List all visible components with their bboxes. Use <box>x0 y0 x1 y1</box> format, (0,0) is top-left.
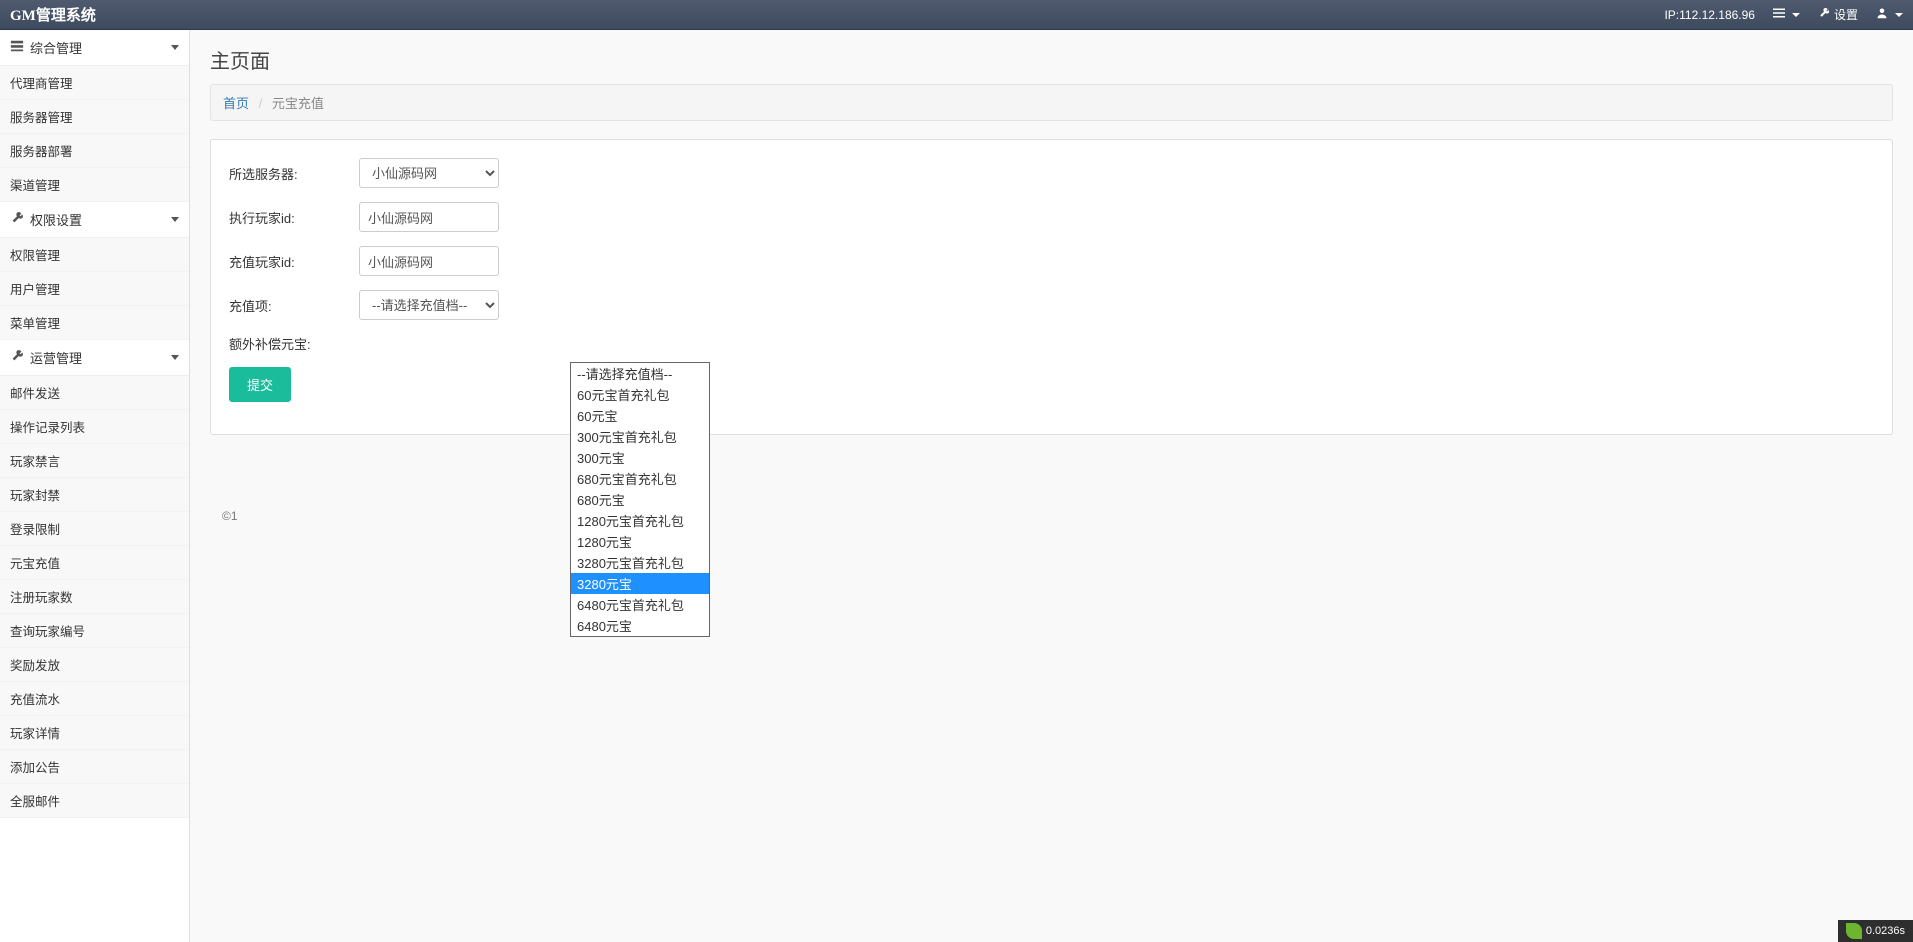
sidebar-item[interactable]: 添加公告 <box>0 750 189 784</box>
sidebar-item[interactable]: 菜单管理 <box>0 306 189 340</box>
recharge-item-dropdown[interactable]: --请选择充值档--60元宝首充礼包60元宝300元宝首充礼包300元宝680元… <box>570 362 710 637</box>
dropdown-option[interactable]: 680元宝 <box>571 489 709 510</box>
page-title: 主页面 <box>210 45 1893 74</box>
sidebar-item[interactable]: 玩家禁言 <box>0 444 189 478</box>
sidebar-item[interactable]: 邮件发送 <box>0 376 189 410</box>
dropdown-option[interactable]: 3280元宝 <box>571 573 709 594</box>
group-icon <box>10 211 24 228</box>
chevron-down-icon <box>171 45 179 50</box>
sidebar-item[interactable]: 奖励发放 <box>0 648 189 682</box>
sidebar-item[interactable]: 充值流水 <box>0 682 189 716</box>
leaf-icon <box>1846 923 1862 939</box>
form-panel: 所选服务器: 小仙源码网 执行玩家id: 充值玩家id: 充值项: --请选择充… <box>210 139 1893 435</box>
chevron-down-icon <box>171 355 179 360</box>
recharge-player-input[interactable] <box>359 246 499 276</box>
sidebar-item[interactable]: 渠道管理 <box>0 168 189 202</box>
group-title: 运营管理 <box>30 348 82 367</box>
sidebar-item[interactable]: 注册玩家数 <box>0 580 189 614</box>
dropdown-option[interactable]: 6480元宝 <box>571 615 709 636</box>
dropdown-option[interactable]: 60元宝首充礼包 <box>571 384 709 405</box>
performance-badge: 0.0236s <box>1838 920 1913 942</box>
group-title: 综合管理 <box>30 38 82 57</box>
sidebar-item[interactable]: 玩家详情 <box>0 716 189 750</box>
caret-down-icon <box>1792 13 1800 17</box>
group-icon <box>10 349 24 366</box>
settings-label: 设置 <box>1834 6 1858 23</box>
sidebar-group-header[interactable]: 综合管理 <box>0 30 189 66</box>
dropdown-option[interactable]: 1280元宝 <box>571 531 709 552</box>
sidebar: 综合管理代理商管理服务器管理服务器部署渠道管理权限设置权限管理用户管理菜单管理运… <box>0 30 190 942</box>
recharge-item-select[interactable]: --请选择充值档-- <box>359 290 499 320</box>
recharge-player-label: 充值玩家id: <box>229 252 359 271</box>
settings-link[interactable]: 设置 <box>1818 6 1858 23</box>
footer-copyright: ©1 <box>210 505 1893 527</box>
user-menu[interactable] <box>1876 7 1903 22</box>
sidebar-item[interactable]: 元宝充值 <box>0 546 189 580</box>
dropdown-option[interactable]: 300元宝首充礼包 <box>571 426 709 447</box>
submit-button[interactable]: 提交 <box>229 367 291 402</box>
main-content: 主页面 首页 / 元宝充值 所选服务器: 小仙源码网 执行玩家id: 充值玩家i… <box>190 30 1913 942</box>
dropdown-option[interactable]: 60元宝 <box>571 405 709 426</box>
dropdown-option[interactable]: 3280元宝首充礼包 <box>571 552 709 573</box>
server-select[interactable]: 小仙源码网 <box>359 158 499 188</box>
server-label: 所选服务器: <box>229 164 359 183</box>
dropdown-option[interactable]: 300元宝 <box>571 447 709 468</box>
sidebar-item[interactable]: 全服邮件 <box>0 784 189 818</box>
caret-down-icon <box>1895 13 1903 17</box>
chevron-down-icon <box>171 217 179 222</box>
recharge-item-label: 充值项: <box>229 296 359 315</box>
breadcrumb-home[interactable]: 首页 <box>223 96 249 111</box>
sidebar-item[interactable]: 权限管理 <box>0 238 189 272</box>
group-title: 权限设置 <box>30 210 82 229</box>
user-icon <box>1876 7 1888 22</box>
sidebar-item[interactable]: 查询玩家编号 <box>0 614 189 648</box>
dropdown-option[interactable]: --请选择充值档-- <box>571 363 709 384</box>
sidebar-item[interactable]: 操作记录列表 <box>0 410 189 444</box>
exec-player-label: 执行玩家id: <box>229 208 359 227</box>
sidebar-group-header[interactable]: 权限设置 <box>0 202 189 238</box>
ip-label: IP:112.12.186.96 <box>1664 8 1755 22</box>
wrench-icon <box>1818 7 1830 22</box>
sidebar-group-header[interactable]: 运营管理 <box>0 340 189 376</box>
brand-title: GM管理系统 <box>10 4 96 25</box>
sidebar-item[interactable]: 登录限制 <box>0 512 189 546</box>
group-icon <box>10 39 24 56</box>
perf-time: 0.0236s <box>1866 925 1905 937</box>
list-icon <box>1773 7 1785 22</box>
sidebar-item[interactable]: 玩家封禁 <box>0 478 189 512</box>
sidebar-item[interactable]: 代理商管理 <box>0 66 189 100</box>
sidebar-item[interactable]: 用户管理 <box>0 272 189 306</box>
sidebar-item[interactable]: 服务器管理 <box>0 100 189 134</box>
breadcrumb: 首页 / 元宝充值 <box>210 84 1893 121</box>
breadcrumb-current: 元宝充值 <box>272 96 324 111</box>
dropdown-option[interactable]: 1280元宝首充礼包 <box>571 510 709 531</box>
breadcrumb-separator: / <box>259 96 263 111</box>
dropdown-option[interactable]: 680元宝首充礼包 <box>571 468 709 489</box>
topbar: GM管理系统 IP:112.12.186.96 设置 <box>0 0 1913 30</box>
topbar-list-menu[interactable] <box>1773 7 1800 22</box>
sidebar-item[interactable]: 服务器部署 <box>0 134 189 168</box>
dropdown-option[interactable]: 6480元宝首充礼包 <box>571 594 709 615</box>
extra-comp-label: 额外补偿元宝: <box>229 334 359 353</box>
exec-player-input[interactable] <box>359 202 499 232</box>
